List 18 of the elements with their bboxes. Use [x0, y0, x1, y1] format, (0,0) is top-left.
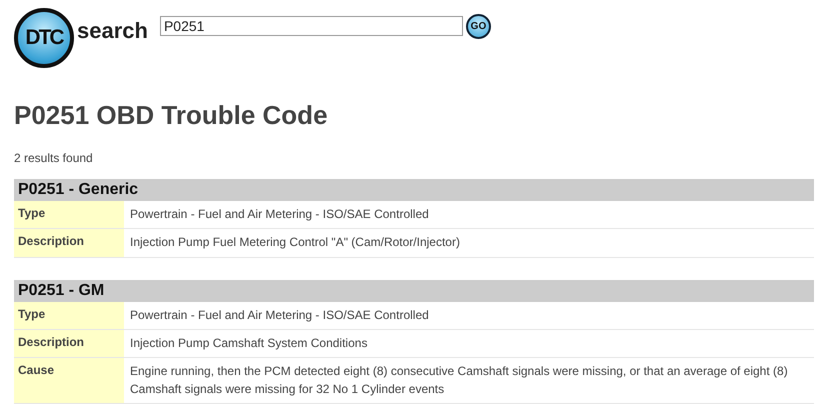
result-heading: P0251 - Generic: [14, 178, 814, 201]
field-value: Engine running, then the PCM detected eight (8) consecutive Camshaft signals were missing, or that an average of eight (8) Camshaft signals were missing for 32 No 1 Cylinder events: [129, 363, 789, 398]
field-label: Type: [14, 302, 124, 329]
field-label: Cause: [14, 358, 124, 404]
field-value: Powertrain - Fuel and Air Metering - ISO/SAE Controlled: [129, 306, 430, 324]
field-value: Powertrain - Fuel and Air Metering - ISO/SAE Controlled: [129, 206, 430, 223]
go-button[interactable]: GO: [466, 14, 491, 39]
result-count: 2 results found: [14, 151, 94, 167]
field-label: Type: [14, 200, 124, 228]
field-value: Injection Pump Fuel Metering Control "A" (Cam/Rotor/Injector): [129, 234, 461, 252]
logo: DTC: [14, 8, 74, 68]
field-value: Injection Pump Camshaft System Conditions: [129, 334, 368, 352]
field-label: Description: [14, 330, 124, 358]
search-field[interactable]: P0251: [160, 16, 463, 36]
result-heading: P0251 - GM: [14, 280, 814, 302]
field-label: Description: [14, 229, 124, 257]
brand-name: search: [77, 17, 148, 45]
page-title: P0251 OBD Trouble Code: [14, 100, 329, 132]
